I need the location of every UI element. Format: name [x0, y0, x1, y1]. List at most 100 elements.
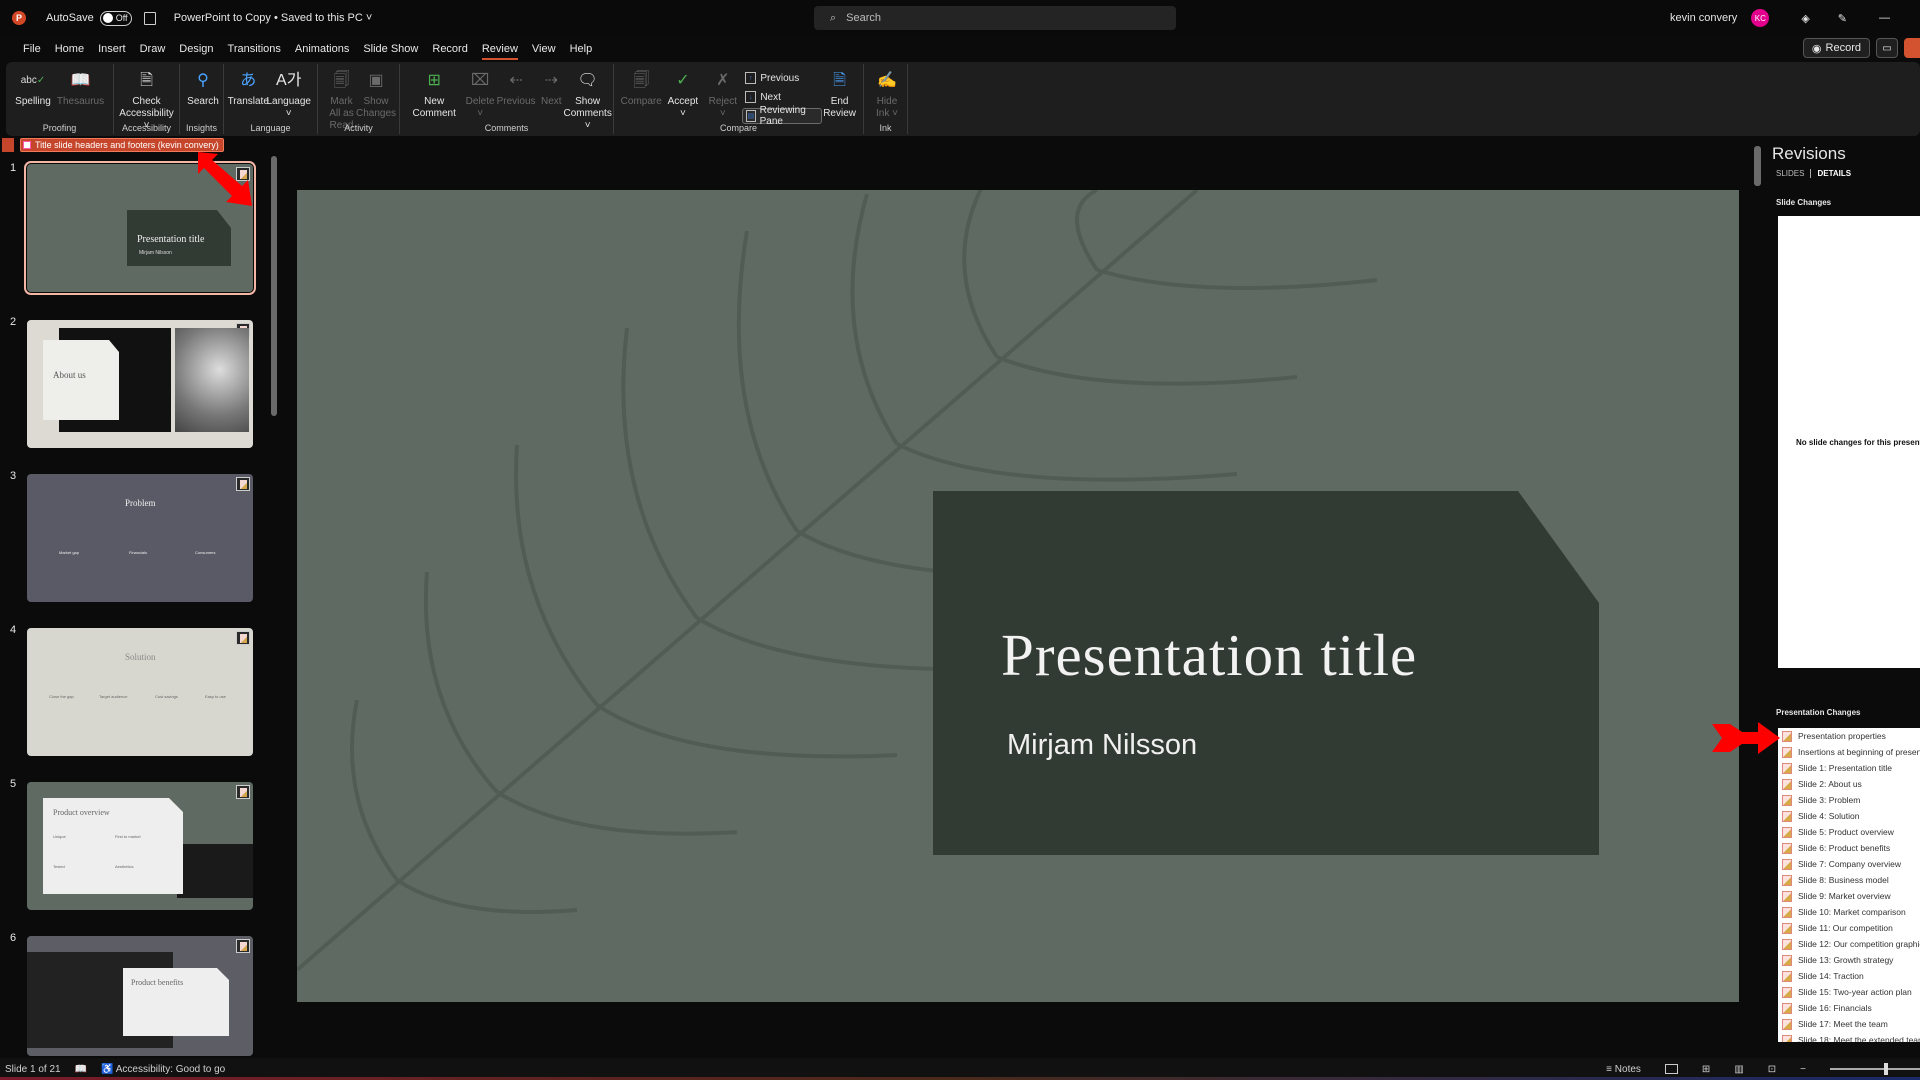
autosave-toggle[interactable]: Off: [99, 10, 132, 26]
change-list-item[interactable]: Slide 4: Solution: [1778, 808, 1920, 824]
change-badge-icon[interactable]: [236, 939, 250, 953]
change-badge-icon[interactable]: [236, 477, 250, 491]
menu-tab-record[interactable]: Record: [425, 38, 474, 60]
menu-tab-animations[interactable]: Animations: [288, 38, 356, 60]
minimize-icon[interactable]: —: [1879, 12, 1890, 24]
menu-tab-file[interactable]: File: [16, 38, 48, 60]
show-changes-label: Show Changes: [355, 96, 397, 119]
new-comment-icon: ⊞: [427, 72, 441, 89]
zoom-out-icon[interactable]: −: [1800, 1064, 1806, 1075]
slide-thumbnail-5[interactable]: Product overview Unique First to market …: [27, 782, 253, 910]
pen-icon[interactable]: ✎: [1838, 12, 1847, 25]
change-list-item[interactable]: Presentation properties: [1778, 728, 1920, 744]
user-name[interactable]: kevin convery: [1670, 12, 1737, 24]
search-box[interactable]: ⌕ Search: [814, 6, 1176, 30]
group-label: Accessibility: [121, 123, 171, 133]
change-list-item[interactable]: Slide 12: Our competition graphic: [1778, 936, 1920, 952]
change-list-item[interactable]: Slide 14: Traction: [1778, 968, 1920, 984]
language-icon: A가: [276, 72, 302, 89]
menu-tab-draw[interactable]: Draw: [133, 38, 173, 60]
scrollbar-thumb[interactable]: [271, 156, 277, 416]
slide-subtitle[interactable]: Mirjam Nilsson: [1007, 729, 1197, 762]
save-icon[interactable]: [143, 11, 156, 25]
menu-tab-slide-show[interactable]: Slide Show: [356, 38, 425, 60]
document-title-text: PowerPoint to Copy • Saved to this PC: [173, 12, 363, 24]
powerpoint-logo-icon: P: [12, 11, 26, 25]
show-changes-icon: ▣: [368, 72, 384, 89]
share-button[interactable]: [1904, 38, 1920, 58]
slide-thumbnail-6[interactable]: Product benefits: [27, 936, 253, 1056]
annotation-arrow-thumbnail: [198, 152, 252, 206]
slide-thumbnail-3[interactable]: Problem Market gap Financials Consumers: [27, 474, 253, 602]
change-list-item[interactable]: Slide 15: Two-year action plan: [1778, 984, 1920, 1000]
tab-slides[interactable]: SLIDES: [1776, 169, 1804, 178]
change-list-item[interactable]: Slide 7: Company overview: [1778, 856, 1920, 872]
change-icon: [1782, 1002, 1792, 1014]
current-slide[interactable]: Presentation title Mirjam Nilsson: [297, 190, 1739, 1002]
slide-thumbnail-4[interactable]: Solution Close the gap Target audience C…: [27, 628, 253, 756]
slide-title[interactable]: Presentation title: [1001, 621, 1417, 690]
change-list-item[interactable]: Slide 13: Growth strategy: [1778, 952, 1920, 968]
change-list-item[interactable]: Slide 3: Problem: [1778, 792, 1920, 808]
group-insights: ⚲ Search Insights: [180, 64, 224, 134]
next-change-button[interactable]: ↓ Next: [742, 89, 822, 105]
menu-tab-insert[interactable]: Insert: [91, 38, 133, 60]
accessibility-status[interactable]: ♿ Accessibility: Good to go: [101, 1064, 225, 1075]
change-badge-icon[interactable]: [236, 631, 250, 645]
change-list-item[interactable]: Slide 2: About us: [1778, 776, 1920, 792]
change-checkbox[interactable]: [23, 141, 31, 149]
change-list-item[interactable]: Slide 18: Meet the extended team: [1778, 1032, 1920, 1042]
change-list-item[interactable]: Slide 9: Market overview: [1778, 888, 1920, 904]
accept-label: Accept ˅: [667, 96, 699, 119]
change-list-item[interactable]: Slide 5: Product overview: [1778, 824, 1920, 840]
change-list-item[interactable]: Slide 6: Product benefits: [1778, 840, 1920, 856]
zoom-slider[interactable]: [1830, 1063, 1920, 1075]
change-tag-text: Title slide headers and footers (kevin c…: [35, 140, 219, 150]
change-list-item[interactable]: Slide 8: Business model: [1778, 872, 1920, 888]
change-list-item[interactable]: Slide 10: Market comparison: [1778, 904, 1920, 920]
diamond-icon[interactable]: ◈: [1801, 12, 1809, 25]
menu-tab-help[interactable]: Help: [563, 38, 600, 60]
comments-button[interactable]: ▭: [1876, 38, 1898, 58]
spell-check-icon[interactable]: 📖: [75, 1064, 87, 1075]
document-title[interactable]: PowerPoint to Copy • Saved to this PC ˅: [174, 12, 373, 24]
menu-tab-transitions[interactable]: Transitions: [221, 38, 288, 60]
menu-tab-review[interactable]: Review: [475, 38, 525, 60]
notes-button[interactable]: ≡ Notes: [1606, 1064, 1641, 1075]
reading-view-icon[interactable]: ▥: [1734, 1064, 1743, 1075]
zoom-slider-knob[interactable]: [1884, 1063, 1888, 1075]
menu-tab-home[interactable]: Home: [48, 38, 91, 60]
scrollbar-thumb[interactable]: [1754, 146, 1761, 186]
change-item-label: Insertions at beginning of presentation: [1798, 747, 1920, 757]
slide-thumbnail-2[interactable]: About us: [27, 320, 253, 448]
change-list-item[interactable]: Slide 16: Financials: [1778, 1000, 1920, 1016]
change-list-item[interactable]: Slide 11: Our competition: [1778, 920, 1920, 936]
previous-change-button[interactable]: ↑ Previous: [742, 70, 822, 86]
change-tag[interactable]: Title slide headers and footers (kevin c…: [20, 138, 224, 152]
title-placeholder[interactable]: Presentation title Mirjam Nilsson: [933, 491, 1599, 855]
slide-scrollbar[interactable]: [1754, 146, 1761, 1046]
comment-icon: ▭: [1882, 42, 1892, 54]
record-button[interactable]: ◉ Record: [1802, 38, 1870, 58]
group-accessibility: 🗎 Check Accessibility ˅ Accessibility: [114, 64, 180, 134]
change-list-item[interactable]: Insertions at beginning of presentation: [1778, 744, 1920, 760]
avatar[interactable]: KC: [1751, 9, 1770, 27]
reviewing-pane-button[interactable]: ▤ Reviewing Pane: [742, 105, 823, 127]
menu-tab-view[interactable]: View: [525, 38, 563, 60]
slideshow-icon[interactable]: ⊡: [1768, 1064, 1776, 1075]
tab-details[interactable]: DETAILS: [1810, 169, 1851, 178]
normal-view-icon[interactable]: [1664, 1064, 1678, 1074]
change-marker-icon[interactable]: [2, 138, 14, 152]
slide-count[interactable]: Slide 1 of 21: [5, 1064, 61, 1075]
thumbnail-scrollbar[interactable]: [271, 148, 277, 1048]
change-list-item[interactable]: Slide 17: Meet the team: [1778, 1016, 1920, 1032]
change-icon: [1782, 922, 1792, 934]
slide-sorter-icon[interactable]: ⊞: [1702, 1064, 1710, 1075]
change-badge-icon[interactable]: [236, 785, 250, 799]
change-list-item[interactable]: Slide 1: Presentation title: [1778, 760, 1920, 776]
thumb-item: Unique: [53, 834, 66, 839]
translate-label: Translate: [227, 96, 269, 107]
menu-tab-design[interactable]: Design: [172, 38, 220, 60]
change-item-label: Presentation properties: [1798, 731, 1886, 741]
group-label: Comments: [484, 123, 529, 133]
